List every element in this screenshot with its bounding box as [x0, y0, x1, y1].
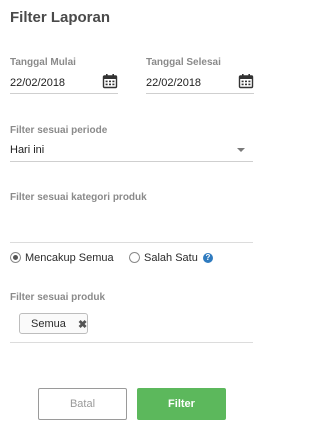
- end-date-label: Tanggal Selesai: [146, 57, 221, 68]
- product-label: Filter sesuai produk: [10, 292, 106, 303]
- category-label: Filter sesuai kategori produk: [10, 192, 147, 203]
- radio-salah-satu[interactable]: [129, 252, 140, 263]
- filter-button[interactable]: Filter: [137, 388, 226, 420]
- chevron-down-icon: [237, 148, 245, 152]
- help-icon[interactable]: ?: [203, 253, 213, 263]
- filter-panel: Filter Laporan Tanggal Mulai 22/02/2018 …: [0, 0, 273, 444]
- close-icon[interactable]: ✖: [78, 318, 87, 331]
- radio-label-salah-satu[interactable]: Salah Satu: [144, 252, 198, 264]
- start-date-label: Tanggal Mulai: [10, 57, 76, 68]
- cancel-button[interactable]: Batal: [38, 388, 127, 420]
- calendar-icon[interactable]: [238, 73, 254, 89]
- calendar-icon[interactable]: [102, 73, 118, 89]
- page-title: Filter Laporan: [10, 9, 111, 26]
- period-select[interactable]: Hari ini: [10, 141, 253, 162]
- radio-mencakup-semua[interactable]: [10, 252, 21, 263]
- start-date-field[interactable]: 22/02/2018: [10, 72, 118, 94]
- product-chip: Semua ✖: [19, 313, 88, 334]
- end-date-field[interactable]: 22/02/2018: [146, 72, 254, 94]
- category-input[interactable]: [10, 205, 253, 243]
- period-value: Hari ini: [10, 144, 45, 156]
- product-input[interactable]: Semua ✖: [10, 306, 253, 343]
- product-chip-label: Semua: [31, 318, 66, 330]
- start-date-value: 22/02/2018: [10, 77, 66, 89]
- period-label: Filter sesuai periode: [10, 125, 108, 136]
- end-date-value: 22/02/2018: [146, 77, 202, 89]
- radio-label-mencakup-semua[interactable]: Mencakup Semua: [25, 252, 114, 264]
